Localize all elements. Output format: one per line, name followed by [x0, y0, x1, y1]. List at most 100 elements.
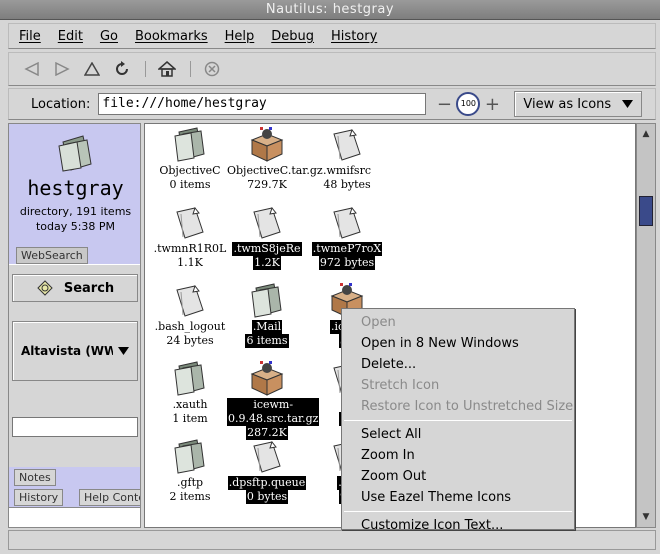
file-info: 1.1K [177, 256, 203, 269]
document-icon [227, 438, 307, 474]
package-icon [227, 126, 307, 162]
menu-item-select-all[interactable]: Select All [342, 424, 574, 445]
document-icon [150, 204, 230, 240]
file-item[interactable]: .wmifsrc 48 bytes [307, 126, 387, 192]
folder-icon [150, 360, 230, 396]
tab-websearch[interactable]: WebSearch [16, 247, 88, 264]
up-icon[interactable] [81, 58, 103, 80]
zoom-level[interactable]: 100 [456, 92, 481, 116]
file-name: ObjectiveC.tar.gz [227, 164, 323, 177]
menu-separator [344, 511, 572, 512]
sidebar-bottom-panel [9, 507, 140, 527]
file-name: .xauth [172, 398, 208, 411]
search-entry[interactable] [12, 417, 138, 437]
reload-icon[interactable] [111, 58, 133, 80]
file-item[interactable]: ObjectiveC.tar.gz 729.7K [227, 126, 323, 192]
file-info: 48 bytes [323, 178, 371, 191]
file-item[interactable]: .xauth 1 item [150, 360, 230, 426]
zoom-in-icon[interactable]: + [484, 94, 500, 115]
menu-go[interactable]: Go [100, 29, 118, 44]
document-icon [307, 204, 387, 240]
file-info: 729.7K [247, 178, 287, 191]
zoom-control: − 100 + [436, 92, 500, 116]
file-item[interactable]: .twmS8jeRe 1.2K [227, 204, 307, 270]
home-icon[interactable] [156, 58, 178, 80]
menu-item-customize-icon-text[interactable]: Customize Icon Text... [342, 515, 574, 536]
file-info: 972 bytes [318, 256, 376, 270]
file-info: 6 items [245, 334, 289, 348]
file-item[interactable]: .bash_logout 24 bytes [150, 282, 230, 348]
document-icon [150, 282, 230, 318]
menu-edit[interactable]: Edit [58, 29, 83, 44]
scroll-down-icon[interactable]: ▼ [639, 510, 653, 524]
menu-debug[interactable]: Debug [271, 29, 314, 44]
stop-icon[interactable] [201, 58, 223, 80]
file-name: .dpsftp.queue [227, 476, 307, 490]
package-icon [227, 360, 307, 396]
location-input[interactable]: file:///home/hestgray [98, 93, 427, 115]
menu-item-delete[interactable]: Delete... [342, 354, 574, 375]
tab-notes[interactable]: Notes [14, 469, 56, 486]
folder-icon [150, 126, 230, 162]
view-as-dropdown[interactable]: View as Icons [514, 91, 643, 117]
sidebar-folder-info: directory, 191 items today 5:38 PM [9, 204, 142, 234]
menubar: File Edit Go Bookmarks Help Debug Histor… [8, 23, 656, 49]
file-item[interactable]: icewm-0.9.48.src.tar.gz 287.2K [227, 360, 320, 440]
menu-item-stretch-icon: Stretch Icon [361, 378, 440, 393]
search-engine-label: Altavista (WWW) [21, 344, 113, 358]
scroll-thumb[interactable] [639, 196, 653, 226]
search-engine-select[interactable]: Altavista (WWW) [12, 321, 138, 381]
file-info: 0 bytes [245, 490, 289, 504]
sidebar-modified: today 5:38 PM [35, 220, 116, 233]
menu-item-open: Open [361, 315, 396, 330]
file-name: .Mail [251, 320, 283, 334]
file-name: icewm-0.9.48.src.tar.gz [227, 398, 320, 426]
menu-item-eazel-theme-icons[interactable]: Use Eazel Theme Icons [342, 487, 574, 508]
toolbar-separator [145, 61, 146, 77]
location-bar: Location: file:///home/hestgray − 100 + … [8, 88, 656, 120]
forward-icon[interactable] [51, 58, 73, 80]
search-label: Search [63, 280, 115, 296]
toolbar-separator [190, 61, 191, 77]
file-item[interactable]: ObjectiveC 0 items [150, 126, 230, 192]
websearch-panel: Search Altavista (WWW) [9, 264, 140, 467]
document-icon [227, 204, 307, 240]
file-item[interactable]: .dpsftp.queue 0 bytes [227, 438, 307, 504]
file-item[interactable]: .twmeP7roX 972 bytes [307, 204, 387, 270]
folder-icon [150, 438, 230, 474]
view-as-label: View as Icons [523, 96, 612, 112]
tab-history[interactable]: History [14, 489, 64, 506]
context-menu: Open Open in 8 New Windows Delete... Str… [341, 308, 575, 533]
menu-separator [344, 420, 572, 421]
menu-file[interactable]: File [19, 29, 41, 44]
menu-bookmarks[interactable]: Bookmarks [135, 29, 208, 44]
file-item[interactable]: .twmnR1R0L 1.1K [150, 204, 230, 270]
zoom-out-icon[interactable]: − [436, 94, 452, 115]
menu-history[interactable]: History [331, 29, 377, 44]
menu-help[interactable]: Help [225, 29, 255, 44]
menu-item-open-new-windows[interactable]: Open in 8 New Windows [342, 333, 574, 354]
file-info: 0 items [169, 178, 211, 191]
file-info: 1 item [172, 412, 208, 425]
file-item[interactable]: .gftp 2 items [150, 438, 230, 504]
toolbar [8, 52, 656, 86]
folder-icon [58, 135, 92, 172]
location-label: Location: [31, 96, 91, 112]
back-icon[interactable] [21, 58, 43, 80]
dropdown-arrow-icon [622, 100, 634, 108]
tab-help-contents[interactable]: Help Contents [79, 489, 141, 506]
file-info: 24 bytes [166, 334, 214, 347]
file-item[interactable]: .Mail 6 items [227, 282, 307, 348]
vertical-scrollbar[interactable]: ▲ ▼ [636, 123, 656, 528]
file-name: .gftp [176, 476, 204, 489]
file-name: ObjectiveC [159, 164, 221, 177]
menu-item-restore-icon: Restore Icon to Unstretched Size [361, 399, 574, 414]
file-name: .twmeP7roX [311, 242, 383, 256]
sidebar: hestgray directory, 191 items today 5:38… [8, 123, 141, 528]
menu-item-zoom-in[interactable]: Zoom In [342, 445, 574, 466]
search-button[interactable]: Search [12, 274, 138, 302]
scroll-up-icon[interactable]: ▲ [639, 127, 653, 141]
document-icon [307, 126, 387, 162]
menu-item-zoom-out[interactable]: Zoom Out [342, 466, 574, 487]
sidebar-folder-name: hestgray [27, 176, 124, 200]
